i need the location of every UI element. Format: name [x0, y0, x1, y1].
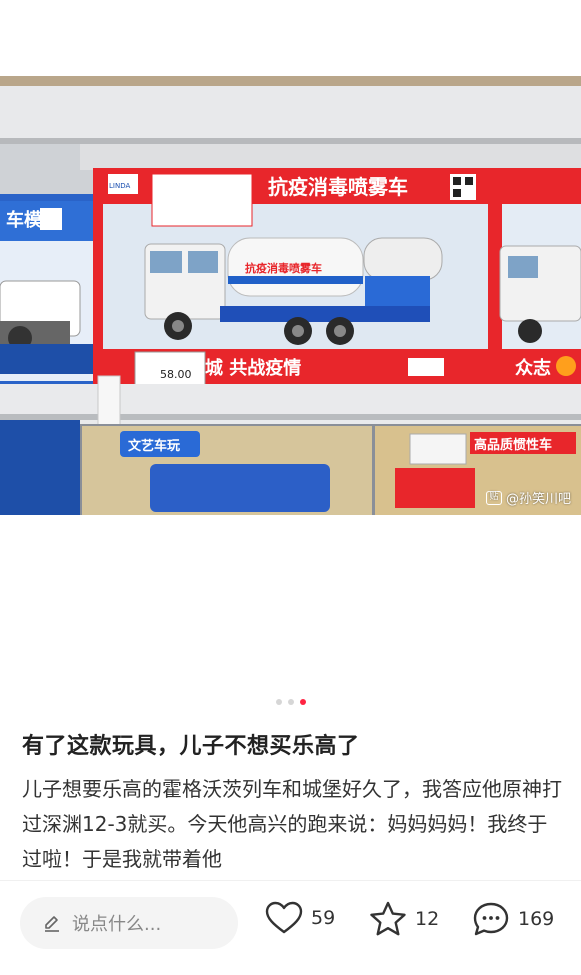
- shelf-brand: 文艺车玩: [128, 438, 180, 454]
- price-tag: 58.00: [160, 368, 192, 381]
- carousel-indicator: [0, 699, 581, 705]
- post-image[interactable]: 车模 抗疫消毒喷雾车 LINDA 抗疫消毒喷雾车 城 共战疫情 58.00 众志…: [0, 76, 581, 515]
- watermark-icon: 贴: [485, 490, 502, 505]
- toy-shelf-photo: 车模 抗疫消毒喷雾车 LINDA 抗疫消毒喷雾车 城 共战疫情 58.00 众志…: [0, 76, 581, 515]
- box-main-footer: 城 共战疫情: [205, 357, 301, 379]
- carousel-dot-active: [299, 699, 306, 705]
- collect-button[interactable]: 12: [369, 901, 439, 937]
- carousel-dot: [275, 699, 282, 705]
- like-count: 59: [311, 907, 336, 929]
- star-icon: [370, 901, 406, 936]
- heart-icon: [265, 901, 303, 934]
- image-watermark: 贴 @孙笑川吧: [485, 488, 571, 507]
- brand-logo: LINDA: [109, 182, 130, 190]
- chat-bubble-icon: [473, 902, 509, 936]
- post-body: 儿子想要乐高的霍格沃茨列车和城堡好久了，我答应他原神打过深渊12-3就买。今天他…: [22, 777, 562, 871]
- truck-tank-text: 抗疫消毒喷雾车: [245, 261, 322, 275]
- like-button[interactable]: 59: [265, 901, 335, 935]
- carousel-dot: [287, 699, 294, 705]
- post-title: 有了这款玩具，儿子不想买乐高了: [22, 734, 360, 759]
- bottom-action-bar: 说点什么... 59 12 169: [0, 880, 581, 975]
- watermark-text: @孙笑川吧: [505, 492, 571, 507]
- box-main-title: 抗疫消毒喷雾车: [268, 175, 408, 199]
- comment-count: 169: [518, 908, 555, 930]
- comment-placeholder: 说点什么...: [72, 914, 162, 935]
- left-box-title: 车模: [6, 209, 43, 231]
- comment-input[interactable]: 说点什么...: [20, 897, 238, 949]
- collect-count: 12: [415, 908, 440, 930]
- pencil-icon: [45, 916, 59, 932]
- box-right-footer: 众志: [515, 357, 551, 379]
- comment-button[interactable]: 169: [472, 901, 554, 937]
- lower-box-title: 高品质惯性车: [474, 437, 552, 453]
